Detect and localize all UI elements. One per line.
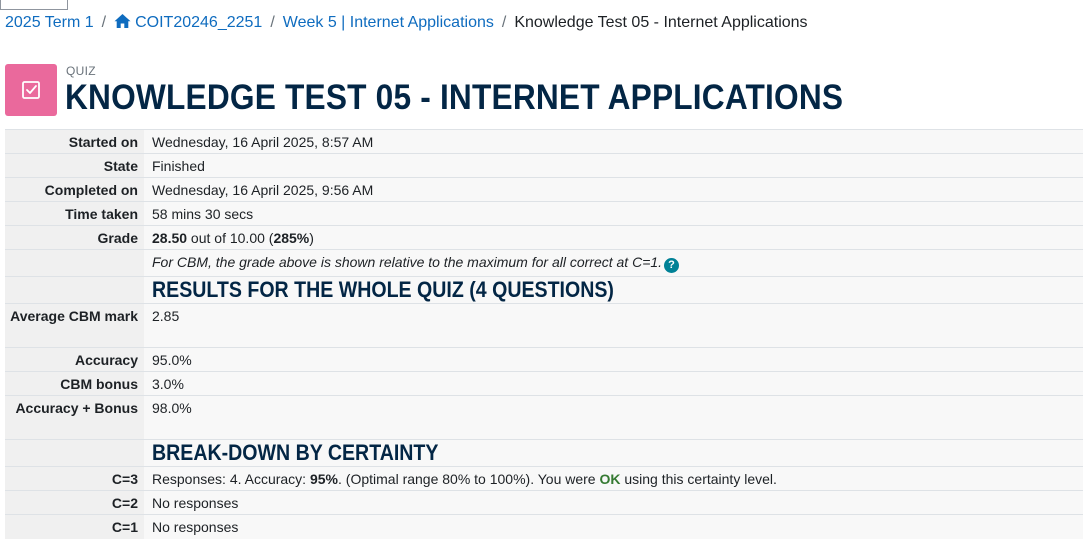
breadcrumb-term-link[interactable]: 2025 Term 1 xyxy=(5,13,94,33)
summary-row-state: State Finished xyxy=(5,153,1083,178)
breadcrumb-week-link[interactable]: Week 5 | Internet Applications xyxy=(283,13,494,33)
c1-value: No responses xyxy=(144,514,1083,539)
breakdown-heading-row: BREAK-DOWN BY CERTAINTY xyxy=(5,439,1083,467)
grade-percent: 285% xyxy=(273,230,310,246)
results-heading: RESULTS FOR THE WHOLE QUIZ (4 QUESTIONS) xyxy=(152,277,614,302)
c3-value: Responses: 4. Accuracy: 95%. (Optimal ra… xyxy=(144,466,1083,491)
cbm-bonus-label: CBM bonus xyxy=(5,371,144,396)
completed-on-value: Wednesday, 16 April 2025, 9:56 AM xyxy=(144,177,1083,202)
grade-out-of: out of 10.00 ( xyxy=(187,230,274,246)
accuracy-value: 95.0% xyxy=(144,347,1083,372)
summary-row-avg-cbm: Average CBM mark 2.85 xyxy=(5,303,1083,348)
grade-value: 28.50 out of 10.00 (285%) xyxy=(144,225,1083,250)
time-taken-label: Time taken xyxy=(5,201,144,226)
grade-score: 28.50 xyxy=(152,230,188,246)
cbm-note: For CBM, the grade above is shown relati… xyxy=(152,254,663,270)
summary-row-grade: Grade 28.50 out of 10.00 (285%) xyxy=(5,225,1083,250)
completed-on-label: Completed on xyxy=(5,177,144,202)
breadcrumb-separator: / xyxy=(501,14,507,31)
summary-row-started: Started on Wednesday, 16 April 2025, 8:5… xyxy=(5,129,1083,154)
started-on-label: Started on xyxy=(5,129,144,154)
breakdown-row-c3: C=3 Responses: 4. Accuracy: 95%. (Optima… xyxy=(5,466,1083,491)
summary-row-completed: Completed on Wednesday, 16 April 2025, 9… xyxy=(5,177,1083,202)
c3-post: using this certainty level. xyxy=(620,471,777,487)
summary-row-cbm-bonus: CBM bonus 3.0% xyxy=(5,371,1083,396)
accuracy-bonus-value: 98.0% xyxy=(144,395,1083,440)
summary-row-accuracy: Accuracy 95.0% xyxy=(5,347,1083,372)
accuracy-bonus-label: Accuracy + Bonus xyxy=(5,395,144,440)
time-taken-value: 58 mins 30 secs xyxy=(144,201,1083,226)
c3-mid: . (Optimal range 80% to 100%). You were xyxy=(338,471,600,487)
breadcrumb-course-label: COIT20246_2251 xyxy=(135,14,263,31)
home-icon xyxy=(114,13,131,29)
breadcrumb: 2025 Term 1 / COIT20246_2251 / Week 5 | … xyxy=(5,13,808,33)
breakdown-heading-cell: BREAK-DOWN BY CERTAINTY xyxy=(144,439,1083,467)
summary-row-accuracy-bonus: Accuracy + Bonus 98.0% xyxy=(5,395,1083,440)
c3-ok-badge: OK xyxy=(599,471,621,487)
quiz-checkbox-icon xyxy=(5,64,57,116)
c3-label: C=3 xyxy=(5,466,144,491)
c2-value: No responses xyxy=(144,490,1083,515)
help-icon[interactable]: ? xyxy=(664,258,680,273)
cbm-note-cell: For CBM, the grade above is shown relati… xyxy=(144,249,1083,277)
state-value: Finished xyxy=(144,153,1083,178)
state-label: State xyxy=(5,153,144,178)
grade-close: ) xyxy=(309,230,314,246)
c1-label: C=1 xyxy=(5,514,144,539)
breadcrumb-current: Knowledge Test 05 - Internet Application… xyxy=(514,14,808,31)
empty-label xyxy=(5,276,144,304)
grade-label: Grade xyxy=(5,225,144,250)
breadcrumb-separator: / xyxy=(270,14,275,31)
c3-accuracy: 95% xyxy=(309,471,338,487)
top-tab-remnant xyxy=(0,0,68,10)
avg-cbm-label: Average CBM mark xyxy=(5,303,144,348)
avg-cbm-value: 2.85 xyxy=(144,303,1083,348)
results-heading-row: RESULTS FOR THE WHOLE QUIZ (4 QUESTIONS) xyxy=(5,276,1083,304)
cbm-bonus-value: 3.0% xyxy=(144,371,1083,396)
quiz-review-summary: Started on Wednesday, 16 April 2025, 8:5… xyxy=(5,129,1083,539)
results-heading-cell: RESULTS FOR THE WHOLE QUIZ (4 QUESTIONS) xyxy=(144,276,1083,304)
empty-label xyxy=(5,249,144,277)
summary-row-cbm-note: For CBM, the grade above is shown relati… xyxy=(5,249,1083,277)
breadcrumb-separator: / xyxy=(101,14,107,31)
breakdown-row-c1: C=1 No responses xyxy=(5,514,1083,539)
accuracy-label: Accuracy xyxy=(5,347,144,372)
started-on-value: Wednesday, 16 April 2025, 8:57 AM xyxy=(144,129,1083,154)
breadcrumb-course-link[interactable]: COIT20246_2251 xyxy=(114,13,262,33)
page-title: KNOWLEDGE TEST 05 - INTERNET APPLICATION… xyxy=(65,78,844,117)
empty-label xyxy=(5,439,144,467)
c2-label: C=2 xyxy=(5,490,144,515)
c3-pre: Responses: 4. Accuracy: xyxy=(152,471,310,487)
module-type-label: QUIZ xyxy=(66,64,96,78)
breakdown-row-c2: C=2 No responses xyxy=(5,490,1083,515)
breakdown-heading: BREAK-DOWN BY CERTAINTY xyxy=(152,440,439,465)
summary-row-time: Time taken 58 mins 30 secs xyxy=(5,201,1083,226)
